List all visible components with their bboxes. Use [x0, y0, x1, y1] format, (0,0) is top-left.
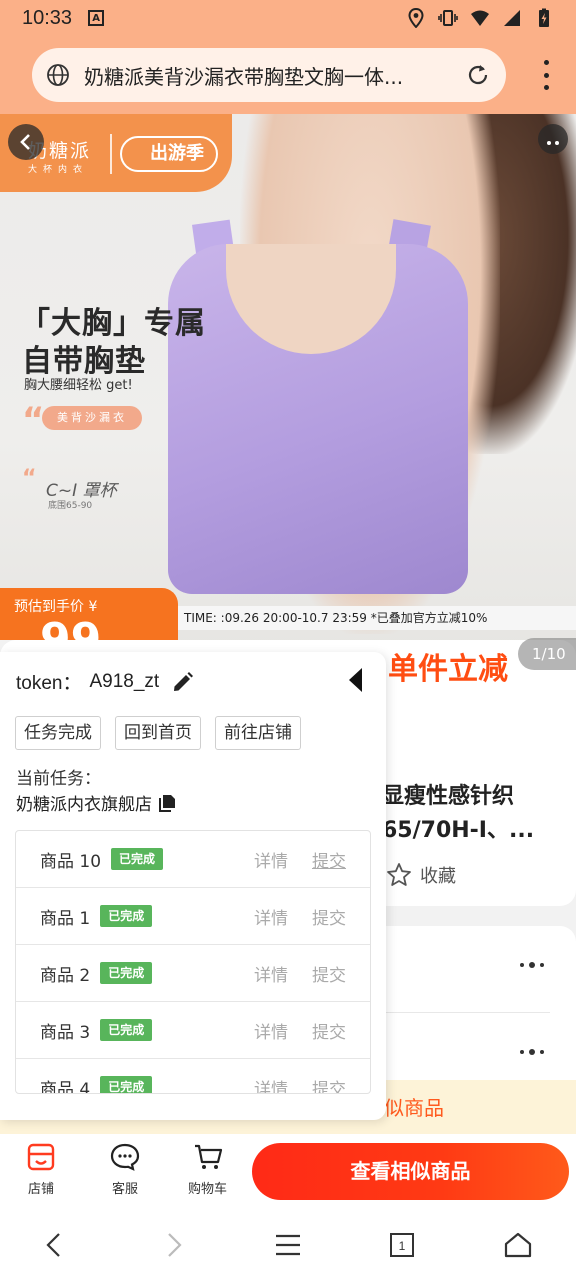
current-task-name: 奶糖派内衣旗舰店 [16, 795, 152, 815]
quote-icon: “ [22, 400, 45, 440]
system-navigation-bar: 1 [0, 1210, 576, 1280]
hero-tagline: 胸大腰细轻松 get! [24, 378, 133, 393]
detail-link[interactable]: 详情 [254, 904, 288, 929]
go-to-store-button[interactable]: 前往店铺 [215, 716, 301, 750]
back-button[interactable] [8, 124, 44, 160]
token-value: A918_zt [89, 670, 160, 692]
location-icon [408, 8, 424, 28]
product-title: 显瘦性感针织 [382, 784, 515, 809]
detail-link[interactable]: 详情 [254, 1075, 288, 1094]
address-bar[interactable]: 奶糖派美背沙漏衣带胸垫文胸一体... [32, 48, 506, 102]
token-row: token： A918_zt [16, 668, 195, 695]
status-bar: 10:33 A [0, 0, 576, 36]
url-text: 奶糖派美背沙漏衣带胸垫文胸一体... [84, 64, 404, 89]
status-badge: 已完成 [100, 962, 153, 984]
home-nav-icon[interactable] [503, 1230, 533, 1260]
task-panel: token： A918_zt 任务完成 回到首页 前往店铺 当前任务： 奶糖派内… [0, 652, 386, 1120]
task-item-list: 商品 10 已完成 详情 提交 商品 1 已完成 详情 提交 商品 2 已完成 … [15, 830, 371, 1094]
item-name: 商品 4 [40, 1079, 91, 1094]
tabs-nav-icon[interactable]: 1 [387, 1230, 417, 1260]
hero-underbust: 底围65-90 [48, 501, 93, 511]
cart-label: 购物车 [188, 1182, 228, 1197]
submit-link[interactable]: 提交 [312, 961, 346, 986]
current-task: 奶糖派内衣旗舰店 [16, 790, 178, 815]
more-icon[interactable] [520, 1049, 544, 1055]
more-icon[interactable] [520, 962, 544, 968]
collapse-panel-icon[interactable] [346, 666, 366, 694]
submit-link[interactable]: 提交 [312, 1075, 346, 1094]
item-name: 商品 2 [40, 965, 91, 986]
detail-link[interactable]: 详情 [254, 1018, 288, 1043]
product-image[interactable]: 奶糖派 大杯内衣 出游季 「大胸」专属 自带胸垫 胸大腰细轻松 get! “ 美… [0, 114, 576, 654]
reload-icon[interactable] [464, 61, 492, 89]
list-item: 商品 4 已完成 详情 提交 [16, 1059, 370, 1094]
tab-count: 1 [399, 1239, 406, 1253]
favorite-label: 收藏 [420, 866, 456, 887]
shop-label: 店铺 [27, 1182, 54, 1197]
copy-icon[interactable] [158, 793, 178, 813]
brand-sub: 大杯内衣 [28, 165, 89, 175]
customer-service-button[interactable]: 客服 [110, 1142, 140, 1197]
status-time: 10:33 [22, 6, 73, 29]
bottom-action-bar: 店铺 客服 购物车 查看相似商品 [0, 1134, 576, 1210]
notification-app-icon: A [88, 10, 105, 26]
submit-link[interactable]: 提交 [312, 1018, 346, 1043]
similar-text: 似商品 [384, 1096, 444, 1120]
star-icon [387, 863, 411, 886]
status-badge: 已完成 [100, 1076, 153, 1093]
back-nav-icon[interactable] [40, 1230, 70, 1260]
submit-link[interactable]: 提交 [312, 847, 346, 872]
favorite-button[interactable]: 收藏 [386, 862, 456, 888]
promo-text: 单件立减 [388, 652, 508, 687]
service-label: 客服 [111, 1182, 138, 1197]
vibrate-icon [438, 10, 458, 26]
token-label: token： [16, 673, 82, 694]
price-label: 预估到手价 ¥ [14, 599, 98, 615]
status-badge: 已完成 [111, 848, 164, 870]
detail-link[interactable]: 详情 [254, 961, 288, 986]
back-home-button[interactable]: 回到首页 [115, 716, 201, 750]
cart-button[interactable]: 购物车 [188, 1142, 227, 1197]
forward-nav-icon[interactable] [158, 1230, 188, 1260]
current-task-label: 当前任务： [16, 769, 101, 789]
signal-icon [504, 10, 520, 26]
item-name: 商品 1 [40, 908, 91, 929]
shop-button[interactable]: 店铺 [26, 1142, 56, 1197]
item-name: 商品 3 [40, 1022, 91, 1043]
chat-icon [110, 1143, 140, 1171]
battery-icon [539, 8, 549, 27]
more-button[interactable] [538, 124, 568, 154]
globe-icon [47, 64, 69, 86]
brand-tag: 出游季 [120, 136, 218, 172]
status-badge: 已完成 [100, 905, 153, 927]
list-item: 商品 2 已完成 详情 提交 [16, 945, 370, 1002]
task-complete-button[interactable]: 任务完成 [15, 716, 101, 750]
menu-nav-icon[interactable] [273, 1230, 303, 1260]
list-item: 商品 10 已完成 详情 提交 [16, 831, 370, 888]
hero-feature-tag: 美背沙漏衣 [42, 406, 142, 430]
status-icons [406, 8, 554, 28]
browser-toolbar: 奶糖派美背沙漏衣带胸垫文胸一体... [0, 36, 576, 114]
list-item: 商品 1 已完成 详情 提交 [16, 888, 370, 945]
item-name: 商品 10 [40, 851, 102, 872]
cart-icon [194, 1144, 222, 1169]
wifi-icon [471, 10, 489, 26]
product-title-line-2[interactable]: 65/70H-I、... [382, 812, 534, 844]
edit-icon[interactable] [171, 670, 195, 694]
list-item: 商品 3 已完成 详情 提交 [16, 1002, 370, 1059]
promo-time-bar: TIME: :09.26 20:00-10.7 23:59 *已叠加官方立减10… [178, 606, 576, 630]
chevron-left-icon [20, 134, 30, 150]
status-badge: 已完成 [100, 1019, 153, 1041]
panel-actions: 任务完成 回到首页 前往店铺 [15, 716, 301, 750]
image-counter: 1/10 [518, 638, 576, 670]
shop-icon [27, 1143, 55, 1171]
detail-link[interactable]: 详情 [254, 847, 288, 872]
overflow-menu-icon[interactable] [542, 60, 550, 90]
view-similar-button[interactable]: 查看相似商品 [252, 1143, 569, 1200]
submit-link[interactable]: 提交 [312, 904, 346, 929]
quote-icon: “ [22, 466, 37, 491]
